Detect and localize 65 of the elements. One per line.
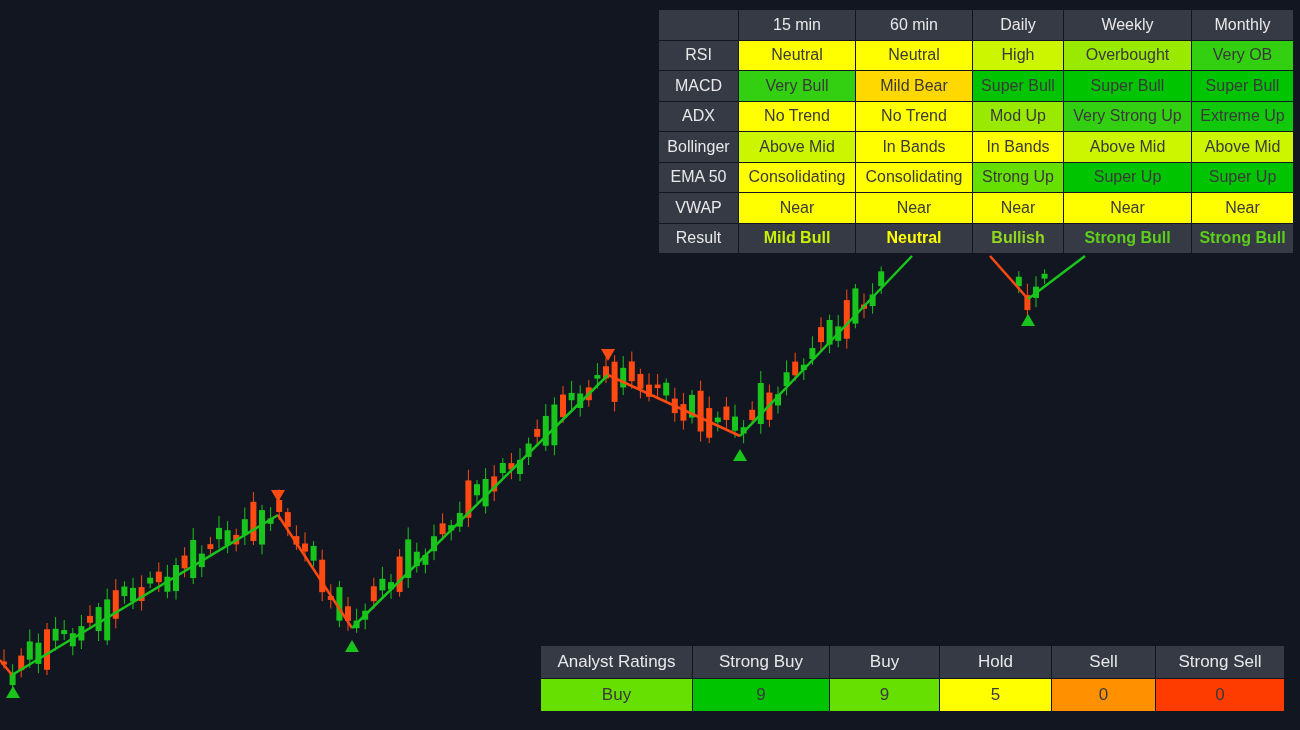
signal-cell: No Trend	[856, 101, 972, 131]
signal-cell: Consolidating	[739, 162, 855, 192]
row-label: EMA 50	[659, 162, 738, 192]
result-text: Strong Bull	[1199, 228, 1286, 249]
rating-cell: 0	[1156, 679, 1284, 711]
column-header: Hold	[940, 646, 1051, 678]
signal-cell: Strong Up	[973, 162, 1063, 192]
signal-cell: Near	[739, 193, 855, 223]
column-header: Sell	[1052, 646, 1155, 678]
column-header: Daily	[973, 10, 1063, 40]
column-header: Buy	[830, 646, 939, 678]
signal-cell: Super Bull	[1064, 71, 1191, 101]
signal-cell: Mild Bear	[856, 71, 972, 101]
signal-cell: In Bands	[973, 132, 1063, 162]
column-header: Weekly	[1064, 10, 1191, 40]
row-label: RSI	[659, 40, 738, 70]
signal-cell: Above Mid	[1192, 132, 1293, 162]
column-header: Analyst Ratings	[541, 646, 692, 678]
rating-cell: 0	[1052, 679, 1155, 711]
column-header: 60 min	[856, 10, 972, 40]
row-label: ADX	[659, 101, 738, 131]
row-label: Result	[659, 223, 738, 253]
signal-cell: Above Mid	[739, 132, 855, 162]
column-header: Strong Sell	[1156, 646, 1284, 678]
signal-cell: Near	[856, 193, 972, 223]
column-header: Strong Buy	[693, 646, 829, 678]
signal-cell: Super Bull	[1192, 71, 1293, 101]
signal-cell: Very Bull	[739, 71, 855, 101]
signal-cell: High	[973, 40, 1063, 70]
signal-cell: Extreme Up	[1192, 101, 1293, 131]
column-header: Monthly	[1192, 10, 1293, 40]
signal-cell: Above Mid	[1064, 132, 1191, 162]
result-text: Strong Bull	[1084, 228, 1171, 249]
signal-cell: Near	[973, 193, 1063, 223]
rating-cell: Buy	[541, 679, 692, 711]
down-triangle-marker	[601, 349, 615, 361]
signal-cell: Near	[1192, 193, 1293, 223]
column-header: 15 min	[739, 10, 855, 40]
row-label: MACD	[659, 71, 738, 101]
up-triangle-marker	[1021, 314, 1035, 326]
signal-cell: Very Strong Up	[1064, 101, 1191, 131]
signal-cell: Super Bull	[973, 71, 1063, 101]
up-triangle-marker	[733, 449, 747, 461]
down-triangle-marker	[271, 490, 285, 502]
rating-cell: 9	[693, 679, 829, 711]
signal-cell: In Bands	[856, 132, 972, 162]
result-text: Mild Bull	[763, 228, 831, 249]
signal-cell: Overbought	[1064, 40, 1191, 70]
row-label: Bollinger	[659, 132, 738, 162]
signal-cell: Super Up	[1064, 162, 1191, 192]
result-text: Neutral	[886, 228, 942, 249]
signal-cell: Near	[1064, 193, 1191, 223]
rating-cell: 9	[830, 679, 939, 711]
signal-cell: Neutral	[856, 40, 972, 70]
result-text: Bullish	[991, 228, 1045, 249]
up-triangle-marker	[345, 640, 359, 652]
signal-cell: Neutral	[739, 40, 855, 70]
rating-cell: 5	[940, 679, 1051, 711]
signal-cell: No Trend	[739, 101, 855, 131]
signal-cell: Consolidating	[856, 162, 972, 192]
signal-cell: Very OB	[1192, 40, 1293, 70]
up-triangle-marker	[6, 686, 20, 698]
signal-cell: Mod Up	[973, 101, 1063, 131]
signal-cell: Super Up	[1192, 162, 1293, 192]
row-label: VWAP	[659, 193, 738, 223]
